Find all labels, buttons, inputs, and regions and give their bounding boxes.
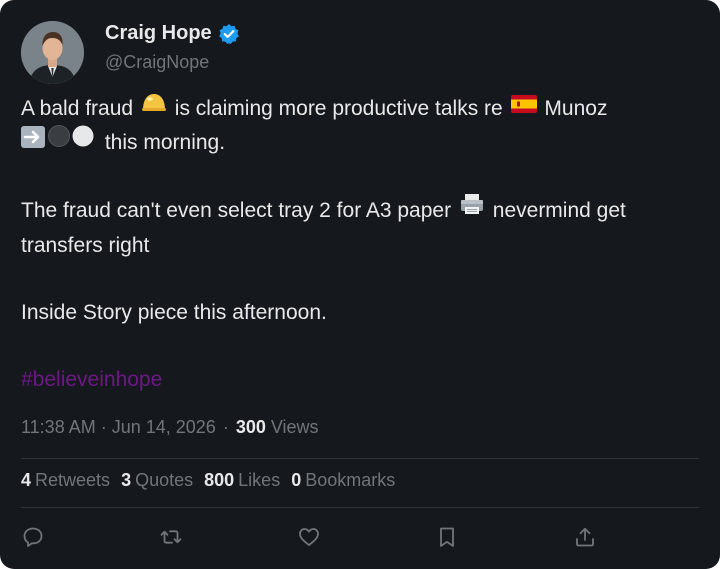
action-bar bbox=[0, 521, 720, 553]
quotes-label: Quotes bbox=[135, 470, 194, 490]
tweet-date[interactable]: Jun 14, 2026 bbox=[112, 417, 216, 438]
likes-stat[interactable]: 800 Likes bbox=[204, 470, 280, 491]
meta-dot: · bbox=[222, 417, 229, 437]
retweets-count: 4 bbox=[21, 470, 32, 490]
retweet-icon[interactable] bbox=[159, 525, 183, 549]
bookmarks-label: Bookmarks bbox=[305, 470, 396, 490]
author-row: Craig Hope bbox=[105, 22, 240, 45]
tweet-segment: is claiming more productive talks re bbox=[174, 97, 503, 120]
tweet-meta: 11:38 AM · Jun 14, 2026 · 300 Views bbox=[21, 417, 319, 438]
share-icon[interactable] bbox=[573, 525, 597, 549]
views-label: Views bbox=[270, 417, 319, 437]
white-circle-emoji-icon bbox=[71, 124, 95, 159]
tweet-segment: A bald fraud bbox=[21, 97, 134, 120]
tweet-segment: transfers right bbox=[21, 234, 150, 258]
tweet-segment: Munoz bbox=[544, 97, 608, 120]
likes-label: Likes bbox=[238, 470, 281, 490]
tweet-line: #believeinhope bbox=[21, 363, 701, 397]
likes-count: 800 bbox=[204, 470, 235, 490]
views-count: 300 bbox=[235, 417, 266, 437]
spain-flag-emoji-icon bbox=[510, 90, 537, 124]
retweets-stat[interactable]: 4 Retweets bbox=[21, 470, 110, 491]
black-circle-emoji-icon bbox=[47, 124, 71, 159]
hashtag-link[interactable]: #believeinhope bbox=[21, 368, 162, 391]
tweet-card: Craig Hope @CraigNope A bald fraud is cl… bbox=[0, 0, 720, 569]
verified-badge-icon bbox=[218, 23, 240, 45]
reply-icon[interactable] bbox=[21, 525, 45, 549]
tweet-text: A bald fraud is claiming more productive… bbox=[21, 92, 701, 397]
author-handle[interactable]: @CraigNope bbox=[105, 52, 209, 73]
bookmark-icon[interactable] bbox=[435, 525, 459, 549]
retweets-label: Retweets bbox=[35, 470, 111, 490]
tweet-time[interactable]: 11:38 AM bbox=[21, 417, 96, 438]
printer-emoji-icon bbox=[459, 192, 485, 227]
avatar[interactable] bbox=[21, 21, 84, 84]
right-arrow-emoji-icon bbox=[21, 125, 45, 159]
tweet-line: this morning. bbox=[21, 124, 701, 161]
tweet-line: Inside Story piece this afternoon. bbox=[21, 296, 701, 330]
like-icon[interactable] bbox=[297, 525, 321, 549]
tweet-line: A bald fraud is claiming more productive… bbox=[21, 92, 701, 126]
tweet-line: The fraud can't even select tray 2 for A… bbox=[21, 194, 701, 229]
bookmarks-count: 0 bbox=[291, 470, 302, 490]
engagement-stats: 4 Retweets 3 Quotes 800 Likes 0 Bookmarks bbox=[21, 470, 406, 491]
meta-separator: · bbox=[100, 417, 107, 437]
quotes-count: 3 bbox=[121, 470, 132, 490]
tweet-line: transfers right bbox=[21, 229, 701, 263]
author-name[interactable]: Craig Hope bbox=[105, 22, 212, 45]
tweet-segment: this morning. bbox=[104, 131, 226, 155]
tweet-segment: The fraud can't even select tray 2 for A… bbox=[21, 199, 452, 223]
tweet-segment: Inside Story piece this afternoon. bbox=[21, 301, 327, 325]
divider bbox=[21, 458, 699, 459]
tweet-segment: nevermind get bbox=[492, 199, 626, 223]
bookmarks-stat[interactable]: 0 Bookmarks bbox=[291, 470, 395, 491]
divider bbox=[21, 507, 699, 508]
quotes-stat[interactable]: 3 Quotes bbox=[121, 470, 193, 491]
bald-head-emoji-icon bbox=[141, 90, 167, 124]
